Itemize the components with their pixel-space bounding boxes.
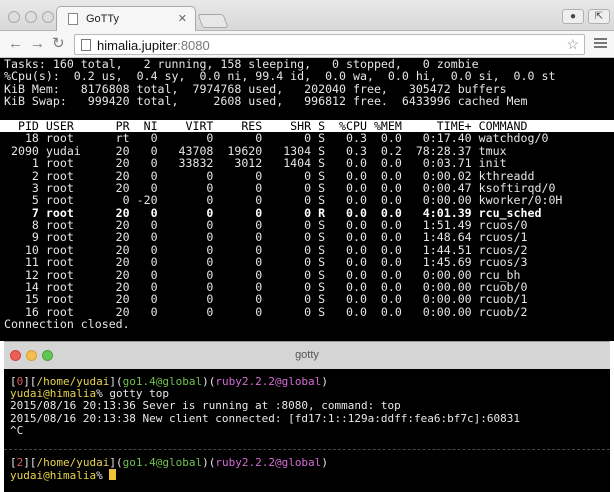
address-bar[interactable]: himalia.jupiter:8080 ☆ (74, 34, 585, 55)
log-line: 2015/08/16 20:13:38 New client connected… (10, 411, 520, 425)
tab-title: GoTTy (86, 13, 120, 25)
command-line: yudai@himalia% (4, 469, 610, 482)
zoom-window-icon[interactable] (42, 11, 54, 23)
minimize-window-icon[interactable] (25, 11, 37, 23)
reload-icon[interactable]: ↻ (52, 36, 65, 52)
interrupt-line: ^C (10, 423, 24, 437)
text-cursor (109, 469, 117, 481)
bookmark-star-icon[interactable]: ☆ (566, 36, 579, 53)
browser-tab[interactable]: GoTTy ✕ (56, 6, 196, 32)
tab-close-icon[interactable]: ✕ (178, 12, 187, 25)
terminal-titlebar: gotty (4, 341, 610, 369)
tab-strip: GoTTy ✕ ● ⇱ (0, 0, 614, 32)
process-row: 18 root rt 0 0 0 0 S 0.3 0.0 0:17.40 wat… (4, 131, 549, 146)
top-cpu-line: %Cpu(s): 0.2 us, 0.4 sy, 0.0 ni, 99.4 id… (4, 69, 556, 84)
new-tab-button[interactable] (197, 14, 229, 28)
hamburger-menu-icon[interactable] (594, 38, 607, 51)
pane-divider[interactable] (4, 449, 610, 451)
url-text[interactable]: himalia.jupiter:8080 (97, 38, 210, 53)
tmux-pane-top[interactable]: [0][/home/yudai](go1.4@global)(ruby2.2.2… (4, 375, 610, 451)
native-terminal-window: gotty [0][/home/yudai](go1.4@global)(rub… (4, 341, 610, 492)
top-swap-line: KiB Swap: 999420 total, 2608 used, 99681… (4, 94, 528, 109)
tmux-pane-bottom[interactable]: [2][/home/yudai](go1.4@global)(ruby2.2.2… (4, 456, 610, 492)
browser-toolbar: ← → ↻ himalia.jupiter:8080 ☆ (0, 31, 614, 58)
connection-closed-line: Connection closed. (4, 317, 130, 332)
process-row: 1 root 20 0 33832 3012 1404 S 0.0 0.0 0:… (4, 156, 507, 171)
back-arrow-icon[interactable]: ← (8, 36, 23, 52)
forward-arrow-icon[interactable]: → (30, 36, 45, 52)
process-row: 9 root 20 0 0 0 0 S 0.0 0.0 1:48.64 rcuo… (4, 230, 528, 245)
page-icon (81, 39, 91, 51)
terminal-title: gotty (295, 349, 319, 361)
log-line: 2015/08/16 20:13:36 Sever is running at … (10, 399, 401, 413)
web-terminal[interactable]: Tasks: 160 total, 2 running, 158 sleepin… (0, 58, 614, 341)
process-row: 5 root 0 -20 0 0 0 S 0.0 0.0 0:00.00 kwo… (4, 193, 563, 208)
url-host: himalia.jupiter (97, 38, 178, 53)
browser-window: GoTTy ✕ ● ⇱ ← → ↻ himalia.jupiter:8080 ☆… (0, 0, 614, 341)
url-port: :8080 (177, 38, 210, 53)
prompt-info-line: [2][/home/yudai](go1.4@global)(ruby2.2.2… (10, 456, 328, 469)
process-list: 18 root rt 0 0 0 0 S 0.3 0.0 0:17.40 wat… (0, 132, 614, 318)
process-row: 15 root 20 0 0 0 0 S 0.0 0.0 0:00.00 rcu… (4, 292, 528, 307)
page-favicon-icon (68, 13, 78, 25)
close-window-icon[interactable] (8, 11, 20, 23)
person-icon[interactable]: ● (562, 9, 584, 24)
process-row: 11 root 20 0 0 0 0 S 0.0 0.0 1:45.69 rcu… (4, 255, 528, 270)
fullscreen-icon[interactable]: ⇱ (588, 9, 610, 24)
